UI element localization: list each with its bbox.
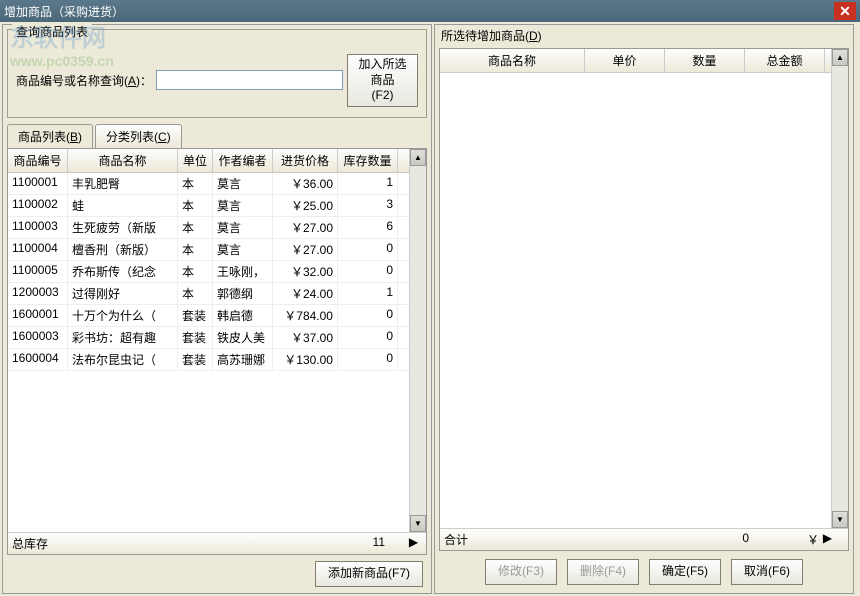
table-row[interactable]: 1100002蛙本莫言￥25.003 xyxy=(8,195,409,217)
footer-qty-value: 0 xyxy=(669,531,749,548)
table-row[interactable]: 1100005乔布斯传（纪念本王咏刚，￥32.000 xyxy=(8,261,409,283)
search-input[interactable] xyxy=(156,70,343,90)
th-stock[interactable]: 库存数量 xyxy=(338,149,398,172)
th-unit[interactable]: 单位 xyxy=(178,149,213,172)
search-label: 商品编号或名称查询(A)： xyxy=(16,72,152,89)
cancel-button[interactable]: 取消(F6) xyxy=(731,559,803,585)
table-row[interactable]: 1100001丰乳肥臀本莫言￥36.001 xyxy=(8,173,409,195)
left-panel: 查询商品列表 商品编号或名称查询(A)： 加入所选商品(F2) 商品列表(B) … xyxy=(2,24,432,594)
table-row[interactable]: 1600001十万个为什么（套装韩启德￥784.000 xyxy=(8,305,409,327)
footer-stock-label: 总库存 xyxy=(12,535,48,552)
th-name[interactable]: 商品名称 xyxy=(68,149,178,172)
window-title: 增加商品（采购进货） xyxy=(4,3,834,20)
add-new-product-button[interactable]: 添加新商品(F7) xyxy=(315,561,423,587)
close-icon: ✕ xyxy=(839,3,851,20)
search-legend: 查询商品列表 xyxy=(12,23,92,31)
th-id[interactable]: 商品编号 xyxy=(8,149,68,172)
scrollbar-vertical[interactable]: ▲ ▼ xyxy=(409,149,426,533)
scroll-down-icon[interactable]: ▼ xyxy=(410,515,426,532)
th-price[interactable]: 进货价格 xyxy=(273,149,338,172)
th-r-qty[interactable]: 数量 xyxy=(665,49,745,72)
table-row[interactable]: 1600004法布尔昆虫记（套装高苏珊娜￥130.000 xyxy=(8,349,409,371)
ok-button[interactable]: 确定(F5) xyxy=(649,559,721,585)
footer-total-label: 合计 xyxy=(444,531,589,548)
table-row[interactable]: 1600003彩书坊：超有趣套装铁皮人美￥37.000 xyxy=(8,327,409,349)
th-r-total[interactable]: 总金额 xyxy=(745,49,825,72)
footer-amount-value: ￥ xyxy=(749,531,819,548)
tab-product-list[interactable]: 商品列表(B) xyxy=(7,124,93,148)
th-r-price[interactable]: 单价 xyxy=(585,49,665,72)
right-panel: 所选待增加商品(D) 商品名称 单价 数量 总金额 ▲ ▼ xyxy=(434,24,854,594)
scroll-up-icon[interactable]: ▲ xyxy=(410,149,426,166)
scroll-up-icon[interactable]: ▲ xyxy=(832,49,848,66)
delete-button[interactable]: 删除(F4) xyxy=(567,559,639,585)
modify-button[interactable]: 修改(F3) xyxy=(485,559,557,585)
selected-table: 商品名称 单价 数量 总金额 ▲ ▼ 合计 0 ￥ ▶ xyxy=(439,48,849,551)
table-row[interactable]: 1200003过得刚好本郭德纲￥24.001 xyxy=(8,283,409,305)
titlebar: 增加商品（采购进货） ✕ xyxy=(0,0,860,22)
scrollbar-vertical[interactable]: ▲ ▼ xyxy=(831,49,848,528)
table-row[interactable]: 1100003生死疲劳（新版本莫言￥27.006 xyxy=(8,217,409,239)
tab-category-list[interactable]: 分类列表(C) xyxy=(95,124,182,148)
table-row[interactable]: 1100004檀香刑（新版）本莫言￥27.000 xyxy=(8,239,409,261)
close-button[interactable]: ✕ xyxy=(834,2,856,20)
add-selected-button[interactable]: 加入所选商品(F2) xyxy=(347,54,418,107)
footer-stock-value: 11 xyxy=(48,535,405,552)
selected-legend: 所选待增加商品(D) xyxy=(441,29,542,43)
scroll-down-icon[interactable]: ▼ xyxy=(832,511,848,528)
th-r-name[interactable]: 商品名称 xyxy=(440,49,585,72)
th-author[interactable]: 作者编者 xyxy=(213,149,273,172)
tabs: 商品列表(B) 分类列表(C) xyxy=(3,124,431,148)
product-table: 商品编号 商品名称 单位 作者编者 进货价格 库存数量 1100001丰乳肥臀本… xyxy=(7,148,427,556)
